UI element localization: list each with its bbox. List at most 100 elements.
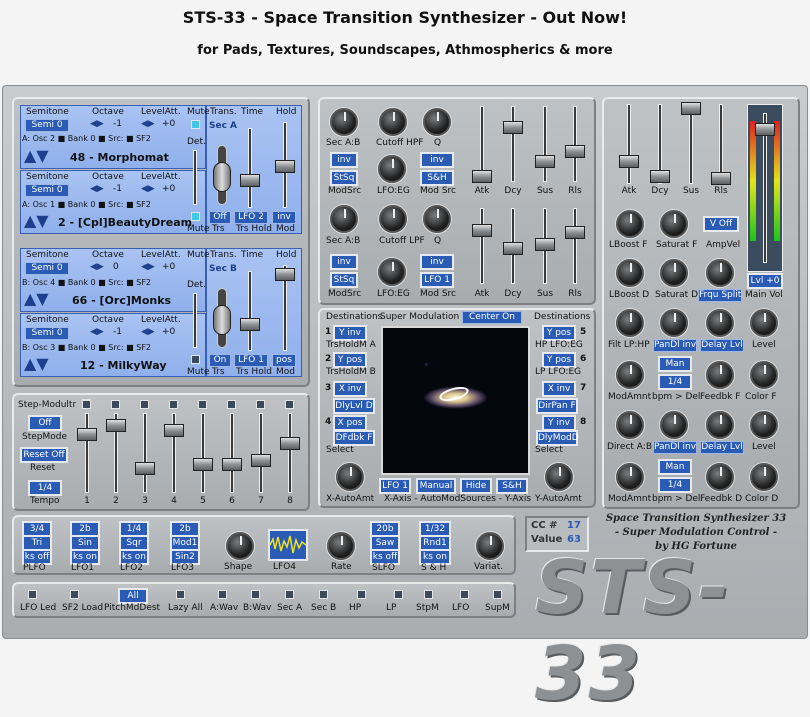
delay-lvl-label[interactable]: Delay Lvl <box>700 441 744 454</box>
sec-ab-knob[interactable] <box>330 108 358 136</box>
toggle-led[interactable] <box>460 590 469 599</box>
reset-off[interactable]: Reset Off <box>20 447 68 463</box>
inv-button[interactable]: inv <box>330 152 358 168</box>
xy-pad[interactable] <box>381 326 530 475</box>
step-handle[interactable] <box>106 419 126 432</box>
hold-handle[interactable] <box>275 160 295 173</box>
lfo1-source[interactable]: LFO 1 <box>379 478 411 494</box>
delay-lvl-knob[interactable] <box>706 411 734 439</box>
toggle-led[interactable] <box>70 590 79 599</box>
saturat-d-knob[interactable] <box>660 259 688 287</box>
dest-left-1[interactable]: Y inv <box>333 325 367 341</box>
level-knob[interactable] <box>750 309 778 337</box>
preset-arrows[interactable]: ▲▼ <box>24 289 49 308</box>
color-knob[interactable] <box>750 463 778 491</box>
toggle-led[interactable] <box>357 590 366 599</box>
frequency-split-knob[interactable] <box>706 259 734 287</box>
toggle-led[interactable] <box>285 590 294 599</box>
semitone-value[interactable]: Semi 0 <box>25 262 69 275</box>
y-autoamt-knob[interactable] <box>545 463 573 491</box>
xy-cursor[interactable] <box>437 384 471 404</box>
dest-right-3[interactable]: X inv <box>542 381 576 397</box>
step-slider-7[interactable] <box>259 413 263 493</box>
time-slider[interactable] <box>248 271 252 351</box>
dest-right-6[interactable]: DlyModD <box>536 430 579 446</box>
step-slider-1[interactable] <box>85 413 89 493</box>
amp-atk-handle[interactable] <box>619 155 639 168</box>
dest-left-4[interactable]: DlyLvl D <box>333 398 375 414</box>
trans-handle[interactable] <box>213 305 231 335</box>
modamnt-knob[interactable] <box>616 361 644 389</box>
q-knob[interactable] <box>423 205 451 233</box>
step-handle[interactable] <box>251 454 271 467</box>
semitone-value[interactable]: Semi 0 <box>25 327 69 340</box>
mute-led[interactable] <box>191 212 200 221</box>
sec-b-lfo[interactable]: LFO 1 <box>234 354 268 367</box>
q-knob[interactable] <box>423 108 451 136</box>
toggle-led[interactable] <box>319 590 328 599</box>
lboost-f-knob[interactable] <box>616 210 644 238</box>
cutoff-hpf-knob[interactable] <box>379 108 407 136</box>
step-slider-5[interactable] <box>201 413 205 493</box>
amp-sus-slider[interactable] <box>689 104 693 184</box>
dest-right-4[interactable]: DirPan F <box>536 398 578 414</box>
filter2-atk-slider[interactable] <box>480 208 484 284</box>
filter1-atk-handle[interactable] <box>472 170 492 183</box>
sec-a-inv[interactable]: inv <box>272 211 296 224</box>
amp-atk-slider[interactable] <box>627 104 631 184</box>
amp-dcy-handle[interactable] <box>650 170 670 183</box>
rate-knob[interactable] <box>327 532 355 560</box>
time-slider[interactable] <box>248 128 252 208</box>
tempo-value[interactable]: 1/4 <box>28 480 62 496</box>
stsq-button[interactable]: StSq <box>330 272 358 288</box>
lfo-eg-knob[interactable] <box>378 155 406 183</box>
step-slider-8[interactable] <box>288 413 292 493</box>
lfo-eg-knob[interactable] <box>378 258 406 286</box>
octave-arrows[interactable]: ◀▶ <box>90 119 104 129</box>
filter2-sus-handle[interactable] <box>535 238 555 251</box>
level-arrows[interactable]: ◀▶ <box>141 119 155 129</box>
manual-button[interactable]: Man <box>658 459 692 475</box>
toggle-led[interactable] <box>251 590 260 599</box>
lboost-d-knob[interactable] <box>616 259 644 287</box>
step-handle[interactable] <box>135 462 155 475</box>
sec-b-pos[interactable]: pos <box>272 354 296 367</box>
hide-button[interactable]: Hide <box>460 478 492 494</box>
manual-source[interactable]: Manual <box>416 478 456 494</box>
x-autoamt-knob[interactable] <box>336 463 364 491</box>
filter2-dcy-handle[interactable] <box>503 242 523 255</box>
manual-button[interactable]: Man <box>658 356 692 372</box>
inv-button[interactable]: inv <box>420 254 454 270</box>
ampvel-toggle[interactable]: V Off <box>703 216 739 232</box>
dest-right-2[interactable]: Y pos <box>542 352 576 368</box>
trans-handle[interactable] <box>213 162 231 192</box>
bpm-value[interactable]: 1/4 <box>658 374 692 390</box>
level-arrows[interactable]: ◀▶ <box>141 184 155 194</box>
sh-button[interactable]: S&H <box>420 170 454 186</box>
filt-lphp-knob[interactable] <box>616 309 644 337</box>
pandl-knob[interactable] <box>660 411 688 439</box>
toggle-led[interactable] <box>28 590 37 599</box>
semitone-value[interactable]: Semi 0 <box>25 119 69 132</box>
inv-button[interactable]: inv <box>420 152 454 168</box>
pitchmd-all[interactable]: All <box>118 588 148 604</box>
pandl-knob[interactable] <box>660 309 688 337</box>
delay-lvl-knob[interactable] <box>706 309 734 337</box>
direct-knob[interactable] <box>616 411 644 439</box>
shape-knob[interactable] <box>226 532 254 560</box>
semitone-value[interactable]: Semi 0 <box>25 184 69 197</box>
filter1-dcy-handle[interactable] <box>503 121 523 134</box>
dest-right-1[interactable]: Y pos <box>542 325 576 341</box>
time-handle[interactable] <box>240 174 260 187</box>
octave-arrows[interactable]: ◀▶ <box>90 184 104 194</box>
dest-left-3[interactable]: X inv <box>333 381 367 397</box>
sec-ab-knob[interactable] <box>330 205 358 233</box>
step-handle[interactable] <box>77 428 97 441</box>
mute-led[interactable] <box>191 120 200 129</box>
dest-left-6[interactable]: DFdbk F <box>333 430 375 446</box>
stsq-button[interactable]: StSq <box>330 170 358 186</box>
lfo1-button[interactable]: LFO 1 <box>420 272 454 288</box>
amp-rls-handle[interactable] <box>711 172 731 185</box>
cutoff-lpf-knob[interactable] <box>379 205 407 233</box>
pandl-inv[interactable]: PanDl inv <box>653 339 697 352</box>
